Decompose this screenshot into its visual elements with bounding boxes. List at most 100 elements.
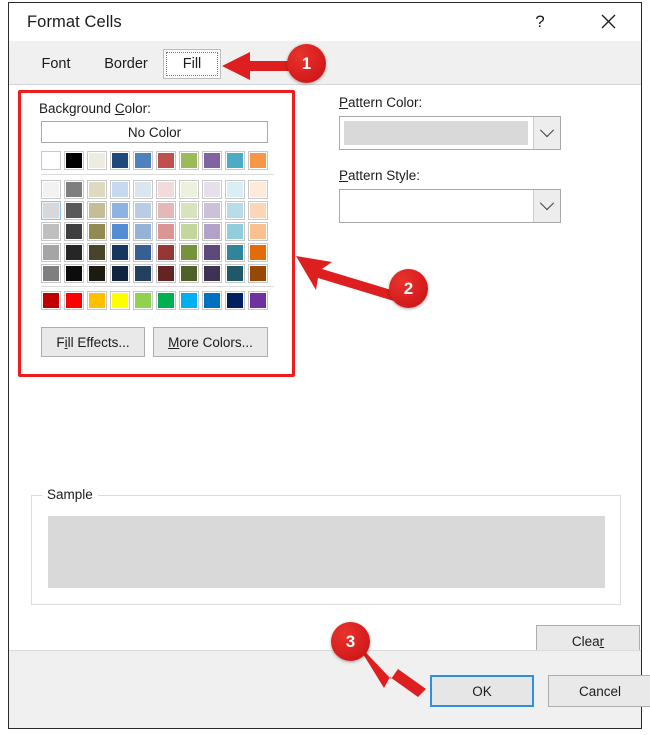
more-colors-button[interactable]: More Colors...: [153, 327, 268, 357]
color-swatch-fill: [135, 182, 151, 197]
color-swatch[interactable]: [41, 291, 61, 310]
color-swatch[interactable]: [179, 243, 199, 262]
more-colors-accel: M: [168, 334, 180, 350]
color-swatch-fill: [250, 293, 266, 308]
color-swatch[interactable]: [110, 222, 130, 241]
color-swatch[interactable]: [64, 264, 84, 283]
color-swatch[interactable]: [87, 222, 107, 241]
cancel-button[interactable]: Cancel: [548, 675, 650, 707]
color-swatch[interactable]: [202, 243, 222, 262]
color-swatch-grid[interactable]: [41, 151, 277, 312]
color-swatch[interactable]: [87, 180, 107, 199]
chevron-down-icon-2[interactable]: [533, 190, 560, 222]
color-swatch[interactable]: [248, 151, 268, 170]
color-swatch[interactable]: [225, 151, 245, 170]
color-swatch[interactable]: [41, 201, 61, 220]
color-swatch-fill: [89, 293, 105, 308]
color-swatch[interactable]: [133, 151, 153, 170]
color-swatch[interactable]: [133, 222, 153, 241]
help-glyph: ?: [535, 11, 545, 31]
color-swatch[interactable]: [64, 243, 84, 262]
color-swatch[interactable]: [110, 201, 130, 220]
color-swatch[interactable]: [41, 264, 61, 283]
tab-font[interactable]: Font: [27, 49, 85, 79]
color-swatch[interactable]: [133, 291, 153, 310]
color-swatch[interactable]: [202, 151, 222, 170]
color-swatch[interactable]: [225, 201, 245, 220]
color-swatch[interactable]: [202, 180, 222, 199]
color-swatch[interactable]: [87, 243, 107, 262]
color-swatch[interactable]: [225, 264, 245, 283]
pattern-color-combobox[interactable]: [339, 116, 561, 150]
color-swatch[interactable]: [41, 180, 61, 199]
color-swatch[interactable]: [156, 264, 176, 283]
color-swatch[interactable]: [110, 291, 130, 310]
color-swatch[interactable]: [133, 201, 153, 220]
color-swatch[interactable]: [110, 243, 130, 262]
color-swatch[interactable]: [110, 264, 130, 283]
color-swatch[interactable]: [156, 151, 176, 170]
color-swatch[interactable]: [248, 222, 268, 241]
close-icon[interactable]: [585, 3, 631, 40]
color-swatch-fill: [43, 245, 59, 260]
color-swatch[interactable]: [248, 264, 268, 283]
color-swatch[interactable]: [225, 291, 245, 310]
color-swatch[interactable]: [156, 291, 176, 310]
color-swatch[interactable]: [87, 201, 107, 220]
color-swatch[interactable]: [179, 291, 199, 310]
color-swatch[interactable]: [202, 291, 222, 310]
color-swatch[interactable]: [133, 180, 153, 199]
color-swatch[interactable]: [64, 151, 84, 170]
format-cells-dialog: Format Cells ? Font Border Fill Backgrou…: [8, 2, 650, 729]
color-swatch-fill: [43, 182, 59, 197]
color-swatch[interactable]: [41, 243, 61, 262]
color-swatch[interactable]: [225, 243, 245, 262]
color-swatch[interactable]: [179, 264, 199, 283]
color-swatch[interactable]: [110, 180, 130, 199]
color-swatch[interactable]: [41, 151, 61, 170]
color-swatch-fill: [66, 245, 82, 260]
color-swatch[interactable]: [202, 264, 222, 283]
color-swatch[interactable]: [133, 243, 153, 262]
color-swatch[interactable]: [225, 222, 245, 241]
color-swatch[interactable]: [64, 222, 84, 241]
color-swatch-fill: [158, 224, 174, 239]
color-swatch-fill: [135, 203, 151, 218]
color-swatch[interactable]: [248, 291, 268, 310]
color-swatch[interactable]: [64, 180, 84, 199]
color-swatch[interactable]: [156, 222, 176, 241]
color-swatch-fill: [158, 266, 174, 281]
color-swatch[interactable]: [156, 201, 176, 220]
color-swatch[interactable]: [110, 151, 130, 170]
color-swatch-fill: [66, 153, 82, 168]
tab-fill[interactable]: Fill: [163, 49, 221, 79]
color-swatch[interactable]: [202, 201, 222, 220]
color-swatch[interactable]: [179, 151, 199, 170]
color-swatch[interactable]: [248, 201, 268, 220]
color-swatch[interactable]: [202, 222, 222, 241]
help-icon[interactable]: ?: [517, 3, 563, 40]
color-swatch[interactable]: [156, 180, 176, 199]
color-swatch[interactable]: [156, 243, 176, 262]
chevron-down-icon[interactable]: [533, 117, 560, 149]
color-swatch[interactable]: [179, 222, 199, 241]
color-swatch[interactable]: [64, 201, 84, 220]
color-swatch[interactable]: [225, 180, 245, 199]
color-swatch-fill: [158, 182, 174, 197]
no-color-button[interactable]: No Color: [41, 121, 268, 143]
tab-border[interactable]: Border: [93, 49, 159, 79]
color-swatch[interactable]: [87, 291, 107, 310]
color-swatch-fill: [112, 245, 128, 260]
color-swatch[interactable]: [133, 264, 153, 283]
color-swatch[interactable]: [248, 243, 268, 262]
color-swatch[interactable]: [179, 180, 199, 199]
pattern-style-combobox[interactable]: [339, 189, 561, 223]
color-swatch[interactable]: [64, 291, 84, 310]
color-swatch[interactable]: [87, 151, 107, 170]
color-swatch[interactable]: [179, 201, 199, 220]
color-swatch[interactable]: [41, 222, 61, 241]
fill-effects-button[interactable]: Fi ll Effects...: [41, 327, 145, 357]
color-swatch[interactable]: [248, 180, 268, 199]
ok-button[interactable]: OK: [430, 675, 534, 707]
color-swatch[interactable]: [87, 264, 107, 283]
